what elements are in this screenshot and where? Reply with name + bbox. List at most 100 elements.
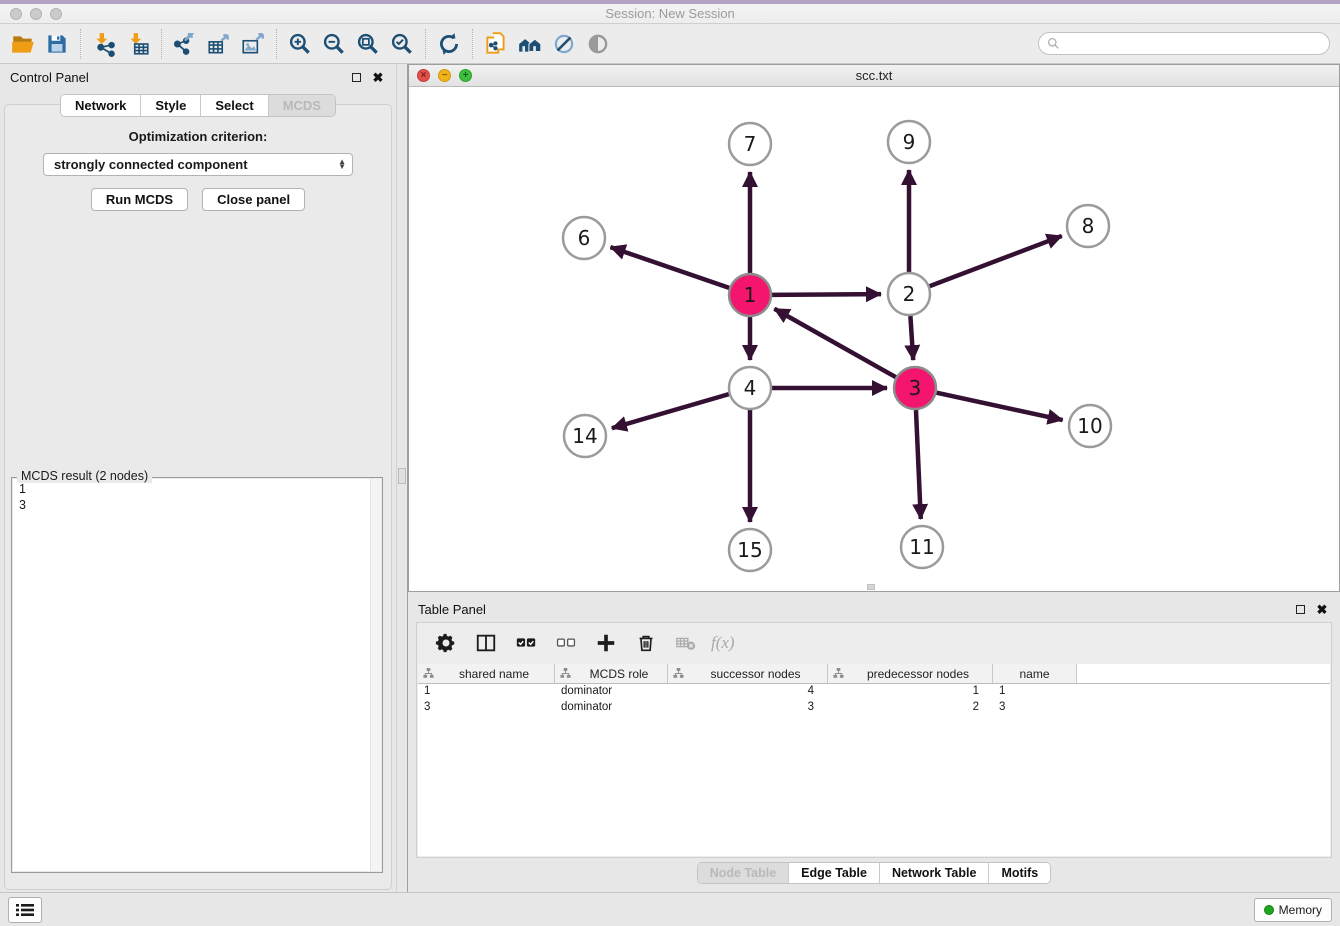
- control-panel: Control Panel ✖ NetworkStyleSelectMCDS O…: [0, 64, 396, 892]
- criterion-select[interactable]: strongly connected component ▲▼: [43, 153, 353, 176]
- memory-button[interactable]: Memory: [1254, 898, 1332, 922]
- search-input[interactable]: [1038, 32, 1330, 55]
- edge-3-1[interactable]: [774, 309, 895, 377]
- column-tree-icon: [833, 668, 844, 679]
- hide-selection-icon[interactable]: [547, 28, 581, 60]
- task-history-button[interactable]: [8, 897, 42, 923]
- splitter-grip[interactable]: [398, 468, 406, 484]
- table-cell[interactable]: 3: [993, 700, 1077, 716]
- mcds-result-group: MCDS result (2 nodes) 13: [11, 477, 383, 873]
- node-label-4: 4: [744, 376, 757, 400]
- edge-1-2[interactable]: [772, 294, 881, 295]
- titlebar[interactable]: Session: New Session: [0, 4, 1340, 24]
- first-neighbors-icon[interactable]: [513, 28, 547, 60]
- zoom-in-icon[interactable]: [283, 28, 317, 60]
- network-graph[interactable]: 7968124314101511: [409, 87, 1339, 589]
- status-bar: Memory: [0, 892, 1340, 926]
- select-stepper-icon: ▲▼: [338, 160, 346, 169]
- application-window: Session: New Session: [0, 0, 1340, 926]
- save-session-icon[interactable]: [40, 28, 74, 60]
- table-row[interactable]: 3dominator323: [418, 700, 1330, 716]
- table-cell[interactable]: 1: [993, 684, 1077, 700]
- close-panel-button-2[interactable]: Close panel: [202, 188, 305, 211]
- export-network-icon[interactable]: [168, 28, 202, 60]
- tab-mcds[interactable]: MCDS: [269, 95, 335, 116]
- tab-edge-table[interactable]: Edge Table: [789, 863, 880, 883]
- zoom-selected-icon[interactable]: [385, 28, 419, 60]
- select-all-checkboxes-icon[interactable]: [511, 628, 541, 658]
- mcds-result-scrollbar[interactable]: [370, 479, 381, 871]
- close-panel-button[interactable]: ✖: [370, 69, 386, 85]
- table-cell[interactable]: dominator: [555, 684, 668, 700]
- zoom-out-icon[interactable]: [317, 28, 351, 60]
- delete-table-icon[interactable]: [671, 628, 701, 658]
- function-builder-icon[interactable]: f(x): [711, 633, 735, 653]
- canvas-resize-grip[interactable]: [867, 584, 875, 590]
- toolbar-separator: [425, 29, 426, 59]
- node-label-6: 6: [578, 226, 591, 250]
- duplicate-network-icon[interactable]: [479, 28, 513, 60]
- export-image-icon[interactable]: [236, 28, 270, 60]
- open-session-icon[interactable]: [6, 28, 40, 60]
- network-window-titlebar[interactable]: × − + scc.txt: [409, 65, 1339, 87]
- zoom-fit-icon[interactable]: [351, 28, 385, 60]
- edge-3-10[interactable]: [936, 393, 1062, 420]
- import-network-icon[interactable]: [87, 28, 121, 60]
- apply-layout-icon[interactable]: [432, 28, 466, 60]
- delete-columns-icon[interactable]: [631, 628, 661, 658]
- table-cell[interactable]: 3: [668, 700, 828, 716]
- column-tree-icon: [560, 668, 571, 679]
- table-cell[interactable]: 1: [828, 684, 993, 700]
- column-header-successor-nodes[interactable]: successor nodes: [668, 664, 828, 683]
- memory-label: Memory: [1279, 903, 1322, 917]
- run-mcds-button[interactable]: Run MCDS: [91, 188, 188, 211]
- tab-node-table[interactable]: Node Table: [698, 863, 789, 883]
- table-cell[interactable]: 4: [668, 684, 828, 700]
- network-canvas[interactable]: 7968124314101511: [409, 87, 1339, 591]
- edge-4-14[interactable]: [612, 394, 729, 428]
- split-panel-icon[interactable]: [471, 628, 501, 658]
- column-header-shared-name[interactable]: shared name: [418, 664, 555, 683]
- mcds-result-line: 3: [19, 497, 381, 513]
- edge-1-6[interactable]: [610, 247, 729, 288]
- tab-select[interactable]: Select: [201, 95, 268, 116]
- table-row[interactable]: 1dominator411: [418, 684, 1330, 700]
- control-panel-title: Control Panel: [10, 70, 89, 85]
- tab-network-table[interactable]: Network Table: [880, 863, 990, 883]
- tab-style[interactable]: Style: [141, 95, 201, 116]
- edge-2-8[interactable]: [930, 236, 1062, 286]
- toolbar-separator: [472, 29, 473, 59]
- float-panel-button[interactable]: [348, 69, 364, 85]
- table-cell[interactable]: dominator: [555, 700, 668, 716]
- edge-3-11[interactable]: [916, 410, 921, 519]
- column-header-predecessor-nodes[interactable]: predecessor nodes: [828, 664, 993, 683]
- search-icon: [1047, 37, 1060, 50]
- table-cell[interactable]: 2: [828, 700, 993, 716]
- create-column-icon[interactable]: [591, 628, 621, 658]
- control-panel-tabs: NetworkStyleSelectMCDS: [0, 94, 396, 117]
- node-label-7: 7: [744, 132, 757, 156]
- toolbar-separator: [161, 29, 162, 59]
- table-settings-icon[interactable]: [431, 628, 461, 658]
- vertical-splitter[interactable]: [396, 64, 408, 892]
- close-table-panel-button[interactable]: ✖: [1314, 601, 1330, 617]
- edge-2-3[interactable]: [910, 316, 913, 360]
- network-window-title: scc.txt: [409, 68, 1339, 83]
- network-view-window: × − + scc.txt 7968124314101511: [408, 64, 1340, 592]
- export-table-icon[interactable]: [202, 28, 236, 60]
- table-cell[interactable]: 3: [418, 700, 555, 716]
- mcds-result-list[interactable]: 13: [13, 479, 381, 871]
- import-table-icon[interactable]: [121, 28, 155, 60]
- column-tree-icon: [423, 668, 434, 679]
- float-table-panel-button[interactable]: [1292, 601, 1308, 617]
- column-header-MCDS-role[interactable]: MCDS role: [555, 664, 668, 683]
- tab-motifs[interactable]: Motifs: [989, 863, 1050, 883]
- table-cell[interactable]: 1: [418, 684, 555, 700]
- deselect-all-checkboxes-icon[interactable]: [551, 628, 581, 658]
- tab-network[interactable]: Network: [61, 95, 141, 116]
- graphics-details-icon[interactable]: [581, 28, 615, 60]
- column-header-name[interactable]: name: [993, 664, 1077, 683]
- node-table[interactable]: shared nameMCDS rolesuccessor nodesprede…: [418, 664, 1330, 856]
- main-toolbar: [0, 24, 1340, 64]
- task-list-icon: [16, 903, 34, 917]
